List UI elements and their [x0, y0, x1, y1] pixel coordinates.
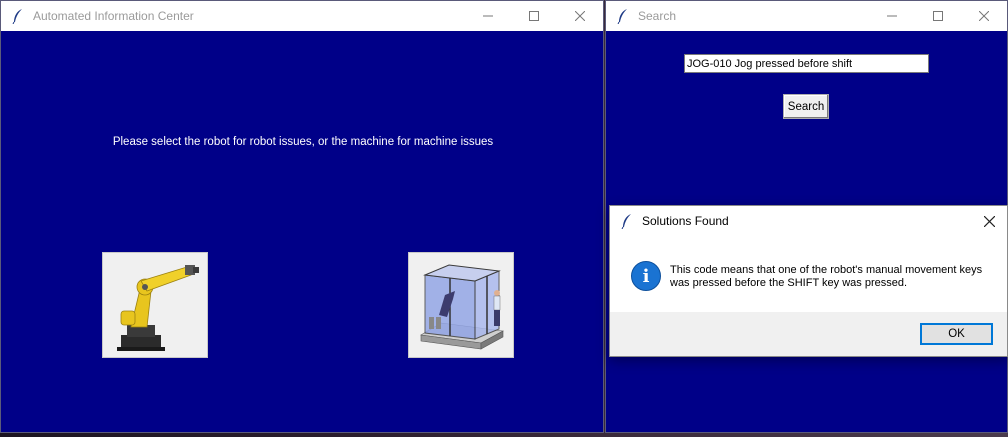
dialog-titlebar[interactable]: Solutions Found — [610, 206, 1007, 236]
close-icon — [575, 11, 585, 21]
close-button[interactable] — [961, 1, 1007, 31]
dialog-footer: OK — [610, 312, 1007, 356]
maximize-icon — [529, 11, 539, 21]
info-icon: i — [631, 261, 661, 291]
feather-icon — [12, 9, 22, 24]
minimize-button[interactable] — [869, 1, 915, 31]
maximize-button[interactable] — [915, 1, 961, 31]
feather-icon — [621, 214, 631, 229]
search-input[interactable] — [684, 54, 929, 73]
main-client-area: Please select the robot for robot issues… — [1, 31, 603, 432]
minimize-icon — [887, 15, 897, 17]
instruction-text: Please select the robot for robot issues… — [112, 136, 494, 148]
dialog-body: i This code means that one of the robot'… — [610, 236, 1007, 314]
main-titlebar[interactable]: Automated Information Center — [1, 1, 603, 31]
search-titlebar[interactable]: Search — [606, 1, 1007, 31]
machine-button[interactable] — [408, 252, 514, 358]
main-window-title: Automated Information Center — [33, 9, 194, 23]
dialog-message: This code means that one of the robot's … — [670, 264, 983, 289]
dialog-title: Solutions Found — [642, 214, 729, 228]
machine-enclosure-image — [411, 255, 511, 355]
main-window: Automated Information Center Please sele… — [0, 0, 604, 433]
close-icon — [979, 11, 989, 21]
maximize-button[interactable] — [511, 1, 557, 31]
solutions-dialog: Solutions Found i This code means that o… — [609, 205, 1008, 357]
dialog-close-button[interactable] — [971, 206, 1007, 236]
minimize-button[interactable] — [465, 1, 511, 31]
feather-icon — [617, 9, 627, 24]
close-button[interactable] — [557, 1, 603, 31]
close-icon — [983, 215, 995, 227]
industrial-robot-arm-image — [107, 255, 203, 355]
search-button[interactable]: Search — [783, 94, 829, 119]
robot-button[interactable] — [102, 252, 208, 358]
ok-button[interactable]: OK — [920, 323, 993, 345]
minimize-icon — [483, 15, 493, 17]
maximize-icon — [933, 11, 943, 21]
search-window-title: Search — [638, 9, 677, 23]
